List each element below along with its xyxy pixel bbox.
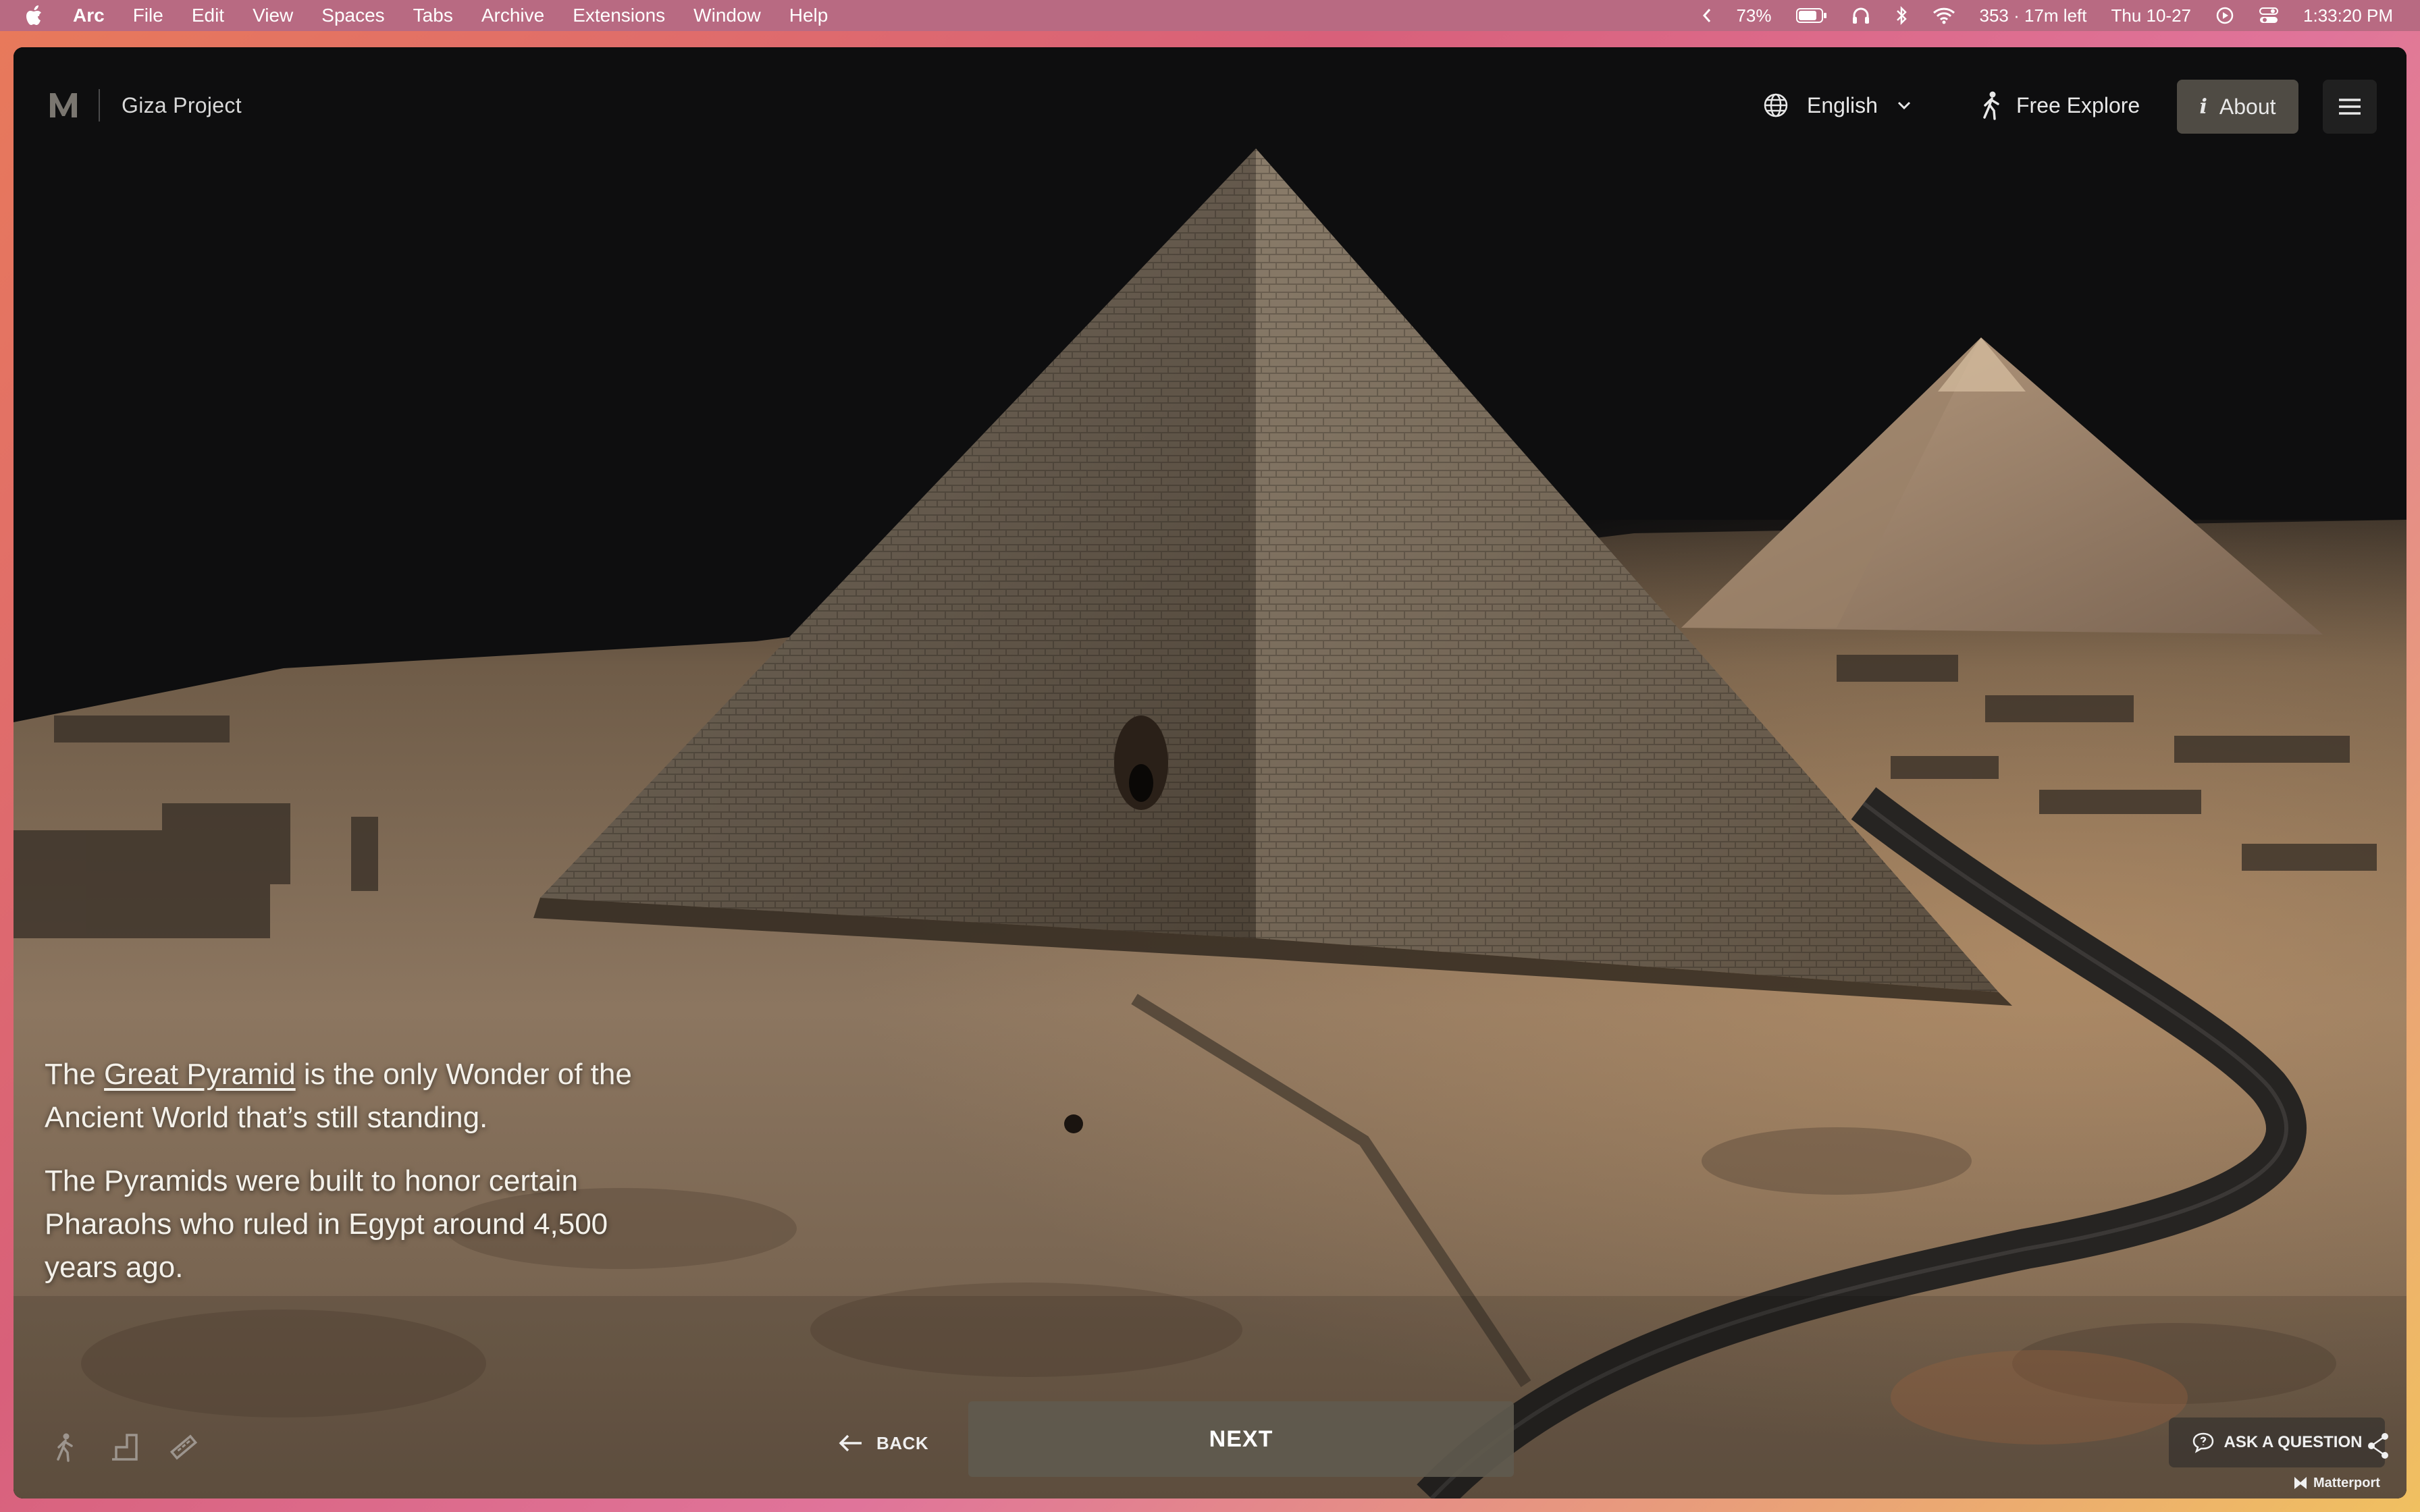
language-label: English [1807, 92, 1878, 117]
menu-tabs[interactable]: Tabs [413, 5, 453, 26]
about-button[interactable]: i About [2177, 80, 2298, 134]
share-icon[interactable] [2365, 1431, 2392, 1461]
battery-time[interactable]: 353 · 17m left [1980, 5, 2087, 26]
hamburger-icon [2339, 99, 2361, 115]
menu-edit[interactable]: Edit [192, 5, 224, 26]
menu-view[interactable]: View [253, 5, 293, 26]
measure-tool-icon[interactable] [166, 1430, 201, 1465]
matterport-label: Matterport [2313, 1475, 2380, 1490]
menu-window[interactable]: Window [693, 5, 761, 26]
bluetooth-icon[interactable] [1895, 5, 1908, 26]
walking-person-icon [1983, 91, 1999, 120]
browser-window: Giza Project English Free Explore i Abou… [14, 47, 2406, 1498]
chevron-left-icon[interactable] [1702, 8, 1712, 23]
free-explore-label: Free Explore [2016, 92, 2140, 117]
story-text: The [45, 1058, 105, 1091]
about-label: About [2219, 94, 2276, 119]
matterport-logo-icon[interactable] [47, 89, 80, 122]
hamburger-menu-button[interactable] [2323, 80, 2377, 134]
menu-date[interactable]: Thu 10-27 [2111, 5, 2191, 26]
brand-divider [99, 89, 100, 122]
arrow-left-icon [839, 1434, 862, 1452]
menu-help[interactable]: Help [789, 5, 828, 26]
chevron-down-icon [1897, 101, 1911, 110]
chat-bubble-icon [2192, 1432, 2213, 1453]
battery-percent: 73% [1736, 5, 1772, 26]
info-icon: i [2199, 94, 2207, 119]
menu-app-arc[interactable]: Arc [73, 5, 105, 26]
apple-icon[interactable] [26, 4, 46, 27]
matterport-icon [2294, 1477, 2307, 1489]
ask-question-label: ASK A QUESTION [2224, 1433, 2363, 1451]
battery-icon[interactable] [1795, 7, 1827, 24]
next-button[interactable]: NEXT [968, 1401, 1514, 1477]
globe-icon [1764, 93, 1788, 117]
floorplan-icon[interactable] [107, 1430, 142, 1465]
story-paragraph-2: The Pyramids were built to honor certain… [45, 1164, 608, 1284]
back-button[interactable]: BACK [837, 1423, 928, 1463]
language-selector[interactable]: English [1762, 85, 1913, 126]
story-paragraph-1: The Great Pyramid is the only Wonder of … [45, 1053, 652, 1139]
menu-extensions[interactable]: Extensions [573, 5, 665, 26]
menu-bar: Arc File Edit View Spaces Tabs Archive E… [0, 0, 2420, 31]
headphones-icon[interactable] [1851, 6, 1870, 25]
walk-mode-icon[interactable] [47, 1430, 82, 1465]
menu-file[interactable]: File [133, 5, 163, 26]
ask-question-button[interactable]: ASK A QUESTION [2169, 1418, 2385, 1467]
control-center-icon[interactable] [2259, 7, 2279, 24]
view-tools [47, 1430, 201, 1465]
menu-archive[interactable]: Archive [481, 5, 544, 26]
menu-clock[interactable]: 1:33:20 PM [2303, 5, 2393, 26]
top-bar: Giza Project English Free Explore i Abou… [14, 47, 2406, 169]
back-label: BACK [876, 1432, 929, 1453]
menu-spaces[interactable]: Spaces [321, 5, 384, 26]
project-title: Giza Project [122, 93, 242, 117]
great-pyramid-link[interactable]: Great Pyramid [104, 1058, 296, 1091]
story-caption: The Great Pyramid is the only Wonder of … [45, 1053, 652, 1310]
play-circle-icon[interactable] [2215, 6, 2234, 25]
free-explore-button[interactable]: Free Explore [1980, 85, 2140, 126]
matterport-badge[interactable]: Matterport [2293, 1472, 2380, 1494]
wifi-icon[interactable] [1932, 7, 1955, 24]
